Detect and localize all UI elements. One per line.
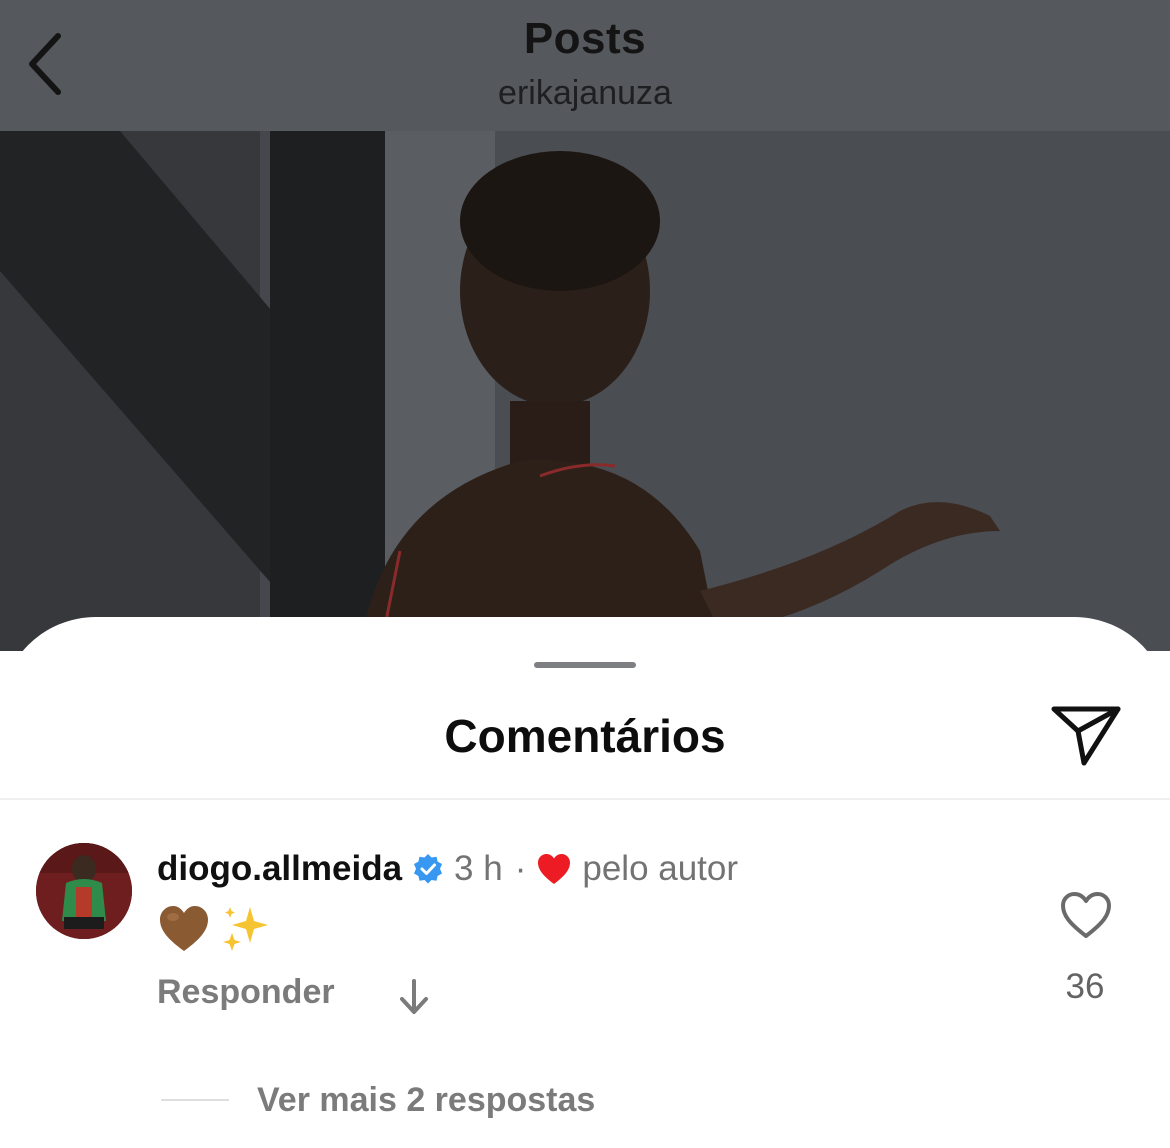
comment-username[interactable]: diogo.allmeida	[157, 849, 402, 889]
comment-header: diogo.allmeida 3 h · pelo autor	[157, 845, 738, 893]
sheet-title: Comentários	[444, 710, 726, 762]
liked-by-author-label: pelo autor	[582, 849, 739, 888]
sheet-divider	[0, 798, 1170, 800]
paper-plane-icon	[1051, 706, 1121, 766]
comments-sheet: Comentários diogo.allmeida 3 h · pelo au…	[0, 617, 1170, 1148]
sheet-grabber[interactable]	[534, 662, 636, 668]
comment-time: 3 h	[454, 849, 503, 888]
sparkles-icon	[223, 907, 268, 951]
see-translation-button[interactable]	[396, 977, 432, 1017]
brown-heart-icon	[160, 906, 208, 951]
page-subtitle-username[interactable]: erikajanuza	[0, 74, 1170, 113]
separator-dot: ·	[514, 849, 527, 888]
post-header: Posts erikajanuza	[0, 0, 1170, 131]
arrow-down-icon	[400, 979, 428, 1014]
like-button[interactable]	[1059, 890, 1113, 940]
verified-badge-icon	[414, 854, 443, 884]
post-photo-art	[0, 131, 1170, 651]
comment-body	[158, 901, 272, 957]
page-title: Posts	[523, 14, 647, 63]
avatar-image	[36, 843, 132, 939]
like-count: 36	[1065, 967, 1105, 1006]
red-heart-icon	[538, 854, 571, 884]
post-photo[interactable]	[0, 131, 1170, 651]
share-button[interactable]	[1048, 701, 1124, 767]
avatar[interactable]	[36, 843, 132, 939]
reply-button[interactable]: Responder	[157, 973, 335, 1012]
heart-outline-icon	[1061, 892, 1111, 938]
view-more-replies-button[interactable]: Ver mais 2 respostas	[257, 1081, 595, 1120]
replies-line	[161, 1099, 229, 1101]
